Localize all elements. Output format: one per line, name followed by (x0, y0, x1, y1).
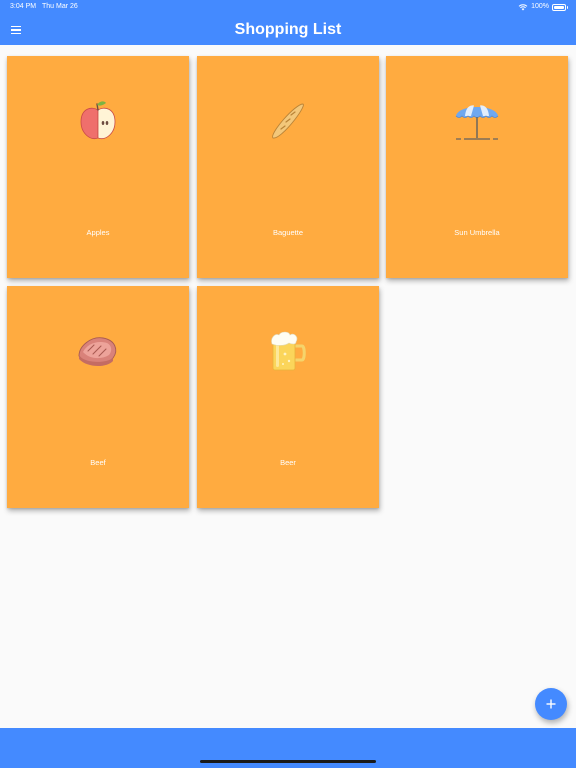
item-label: Baguette (272, 228, 304, 237)
plus-icon (546, 699, 556, 709)
sun-umbrella-icon (455, 105, 499, 140)
item-card-beer[interactable]: Beer (197, 286, 379, 508)
home-indicator[interactable] (200, 760, 376, 763)
item-grid: Apples Baguette Sun Umbrella Beef Beer (0, 0, 576, 768)
item-label: Beef (90, 458, 106, 467)
item-label: Beer (280, 458, 296, 467)
baguette-icon (272, 103, 304, 139)
item-card-beef[interactable]: Beef (7, 286, 189, 508)
item-label: Apples (86, 228, 110, 237)
apple-icon (80, 101, 116, 140)
steak-icon (78, 337, 117, 367)
item-card-baguette[interactable]: Baguette (197, 56, 379, 278)
beer-mug-icon (271, 331, 306, 371)
item-label: Sun Umbrella (454, 228, 500, 237)
add-item-button[interactable] (535, 688, 567, 720)
item-card-apples[interactable]: Apples (7, 56, 189, 278)
item-card-sun-umbrella[interactable]: Sun Umbrella (386, 56, 568, 278)
